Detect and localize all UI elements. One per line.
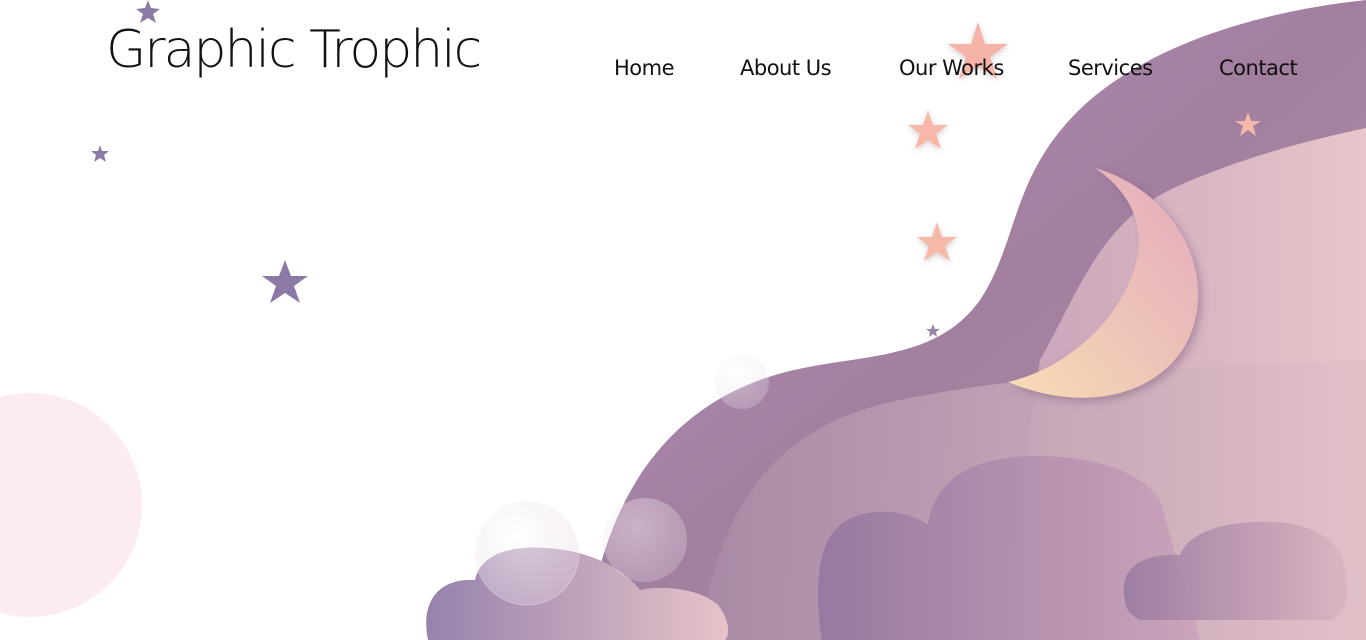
landing-page: Graphic Trophic Home About Us Our Works … bbox=[0, 0, 1366, 640]
star-icon bbox=[908, 110, 948, 149]
bubble-icon bbox=[603, 498, 687, 582]
nav-home-link[interactable]: Home bbox=[614, 56, 675, 80]
nav-services-link[interactable]: Services bbox=[1068, 56, 1153, 80]
bubble-icon bbox=[474, 500, 580, 606]
hero-illustration bbox=[0, 0, 1366, 640]
star-icon bbox=[926, 324, 940, 337]
nav-about-us-link[interactable]: About Us bbox=[740, 56, 832, 80]
pink-bubble-shape bbox=[0, 393, 142, 617]
nav-our-works-link[interactable]: Our Works bbox=[899, 56, 1004, 80]
star-icon bbox=[917, 222, 957, 261]
star-icon bbox=[262, 260, 308, 303]
main-nav: Home About Us Our Works Services Contact bbox=[0, 56, 1366, 86]
star-icon bbox=[91, 145, 109, 162]
nav-contact-link[interactable]: Contact bbox=[1219, 56, 1298, 80]
